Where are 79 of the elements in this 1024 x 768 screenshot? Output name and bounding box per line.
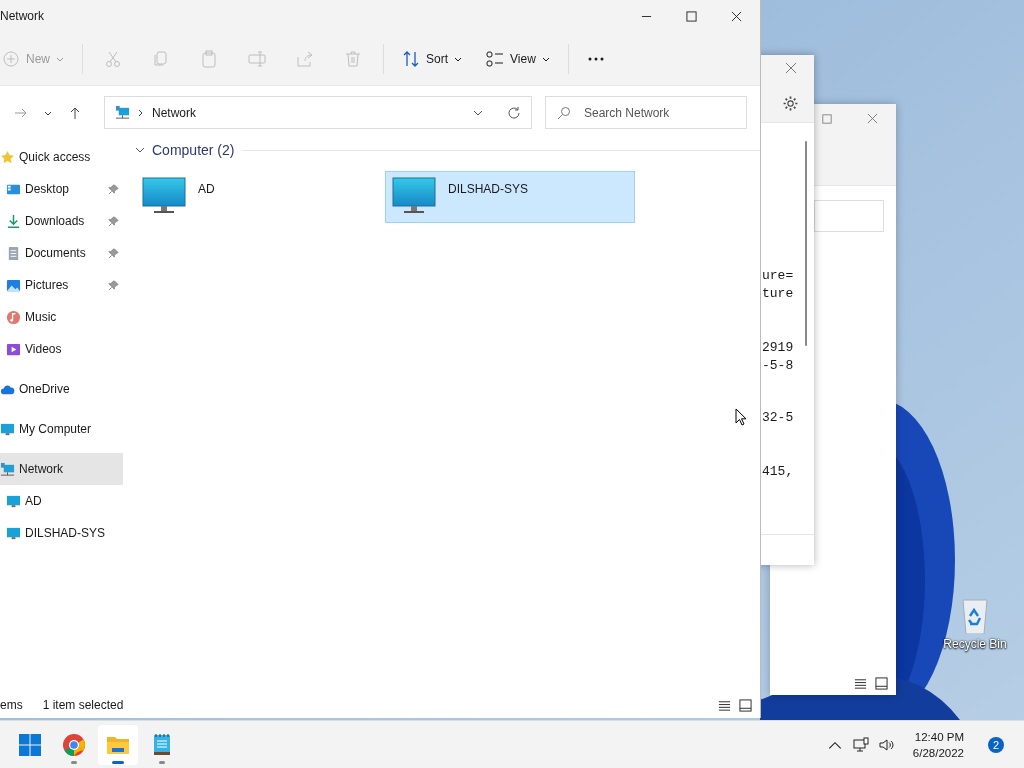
more-icon bbox=[586, 56, 605, 61]
computer-item[interactable]: DILSHAD-SYS bbox=[385, 171, 635, 223]
star-icon bbox=[0, 149, 15, 165]
music-icon bbox=[6, 309, 21, 325]
monitor-icon bbox=[6, 493, 21, 509]
download-icon bbox=[6, 213, 21, 229]
videos-icon bbox=[6, 341, 21, 357]
document-icon bbox=[6, 245, 21, 261]
sidebar-item[interactable]: Music bbox=[0, 301, 123, 333]
up-arrow-icon[interactable] bbox=[68, 105, 82, 120]
computer-item[interactable]: AD bbox=[135, 171, 385, 223]
chevron-icon[interactable] bbox=[473, 108, 483, 117]
sidebar-item[interactable]: Videos bbox=[0, 333, 123, 365]
sidebar-item[interactable]: DILSHAD-SYS bbox=[0, 517, 123, 549]
chevron-icon bbox=[135, 146, 145, 154]
sidebar-item[interactable]: OneDrive bbox=[0, 373, 123, 405]
code-line: -5-8 bbox=[762, 357, 794, 375]
monitor-icon bbox=[0, 421, 15, 437]
copy-icon bbox=[152, 49, 170, 68]
monitor-icon bbox=[6, 525, 21, 541]
sidebar-item[interactable]: Documents bbox=[0, 237, 123, 269]
clipboard-icon bbox=[200, 49, 218, 68]
sidebar-item[interactable]: Pictures bbox=[0, 269, 123, 301]
sort-icon bbox=[402, 49, 420, 68]
pin-icon bbox=[108, 215, 119, 227]
sort-button[interactable]: Sort bbox=[390, 41, 475, 76]
preview-view-icon[interactable] bbox=[875, 677, 888, 690]
rename-icon bbox=[248, 49, 266, 68]
scissors-icon bbox=[104, 49, 122, 68]
search-field[interactable]: Search Network bbox=[545, 96, 747, 129]
taskbar-app-button[interactable] bbox=[98, 724, 138, 765]
settings-icon[interactable] bbox=[782, 95, 799, 112]
pin-icon bbox=[108, 183, 119, 195]
maximize-icon[interactable] bbox=[686, 10, 697, 22]
monitor-icon bbox=[142, 176, 186, 216]
pin-icon bbox=[108, 279, 119, 291]
code-line: ture bbox=[762, 285, 794, 303]
chevron-icon bbox=[136, 108, 144, 117]
notification-badge[interactable]: 2 bbox=[988, 736, 1004, 753]
view-icon bbox=[486, 49, 505, 68]
search-icon bbox=[557, 106, 571, 120]
pictures-icon bbox=[6, 277, 21, 293]
status-text: 1 item selected bbox=[42, 698, 124, 712]
speaker-icon[interactable] bbox=[878, 736, 895, 753]
network-icon bbox=[0, 461, 15, 477]
address-bar[interactable]: Network bbox=[104, 96, 532, 129]
network-icon bbox=[115, 105, 130, 120]
clock[interactable]: 12:40 PM 6/28/2022 bbox=[912, 728, 964, 761]
trash-icon bbox=[344, 49, 362, 68]
cursor-icon bbox=[735, 408, 747, 426]
sidebar-item[interactable]: AD bbox=[0, 485, 123, 517]
sidebar-item[interactable]: My Computer bbox=[0, 413, 123, 445]
window-title: Network bbox=[0, 9, 44, 23]
status-text: ems bbox=[0, 698, 23, 712]
close-icon[interactable] bbox=[731, 10, 742, 22]
sidebar-item[interactable]: Downloads bbox=[0, 205, 123, 237]
code-line: 2919 bbox=[762, 339, 794, 357]
share-icon bbox=[296, 49, 314, 68]
network-icon[interactable] bbox=[852, 736, 869, 753]
code-line: 32-5 bbox=[762, 409, 794, 427]
code-line: ure= bbox=[762, 267, 794, 285]
refresh-icon[interactable] bbox=[507, 105, 521, 120]
new-icon bbox=[2, 49, 20, 68]
input-field[interactable] bbox=[814, 200, 884, 232]
sidebar-item[interactable]: Quick access bbox=[0, 141, 123, 173]
details-view-icon[interactable] bbox=[854, 677, 867, 690]
monitor-icon bbox=[392, 176, 436, 216]
view-button[interactable]: View bbox=[474, 41, 562, 76]
sidebar-item[interactable]: Network bbox=[0, 453, 123, 485]
pin-icon bbox=[108, 247, 119, 259]
recycle-bin-icon[interactable] bbox=[959, 598, 991, 634]
group-header[interactable]: Computer (2) bbox=[135, 142, 235, 158]
sidebar-item[interactable]: Desktop bbox=[0, 173, 123, 205]
browser-icon bbox=[62, 732, 86, 757]
scrollbar[interactable] bbox=[805, 141, 807, 346]
details-view-icon[interactable] bbox=[718, 698, 731, 712]
code-line: 415, bbox=[762, 463, 794, 481]
preview-view-icon[interactable] bbox=[739, 698, 752, 712]
windows-logo-icon bbox=[18, 732, 42, 757]
